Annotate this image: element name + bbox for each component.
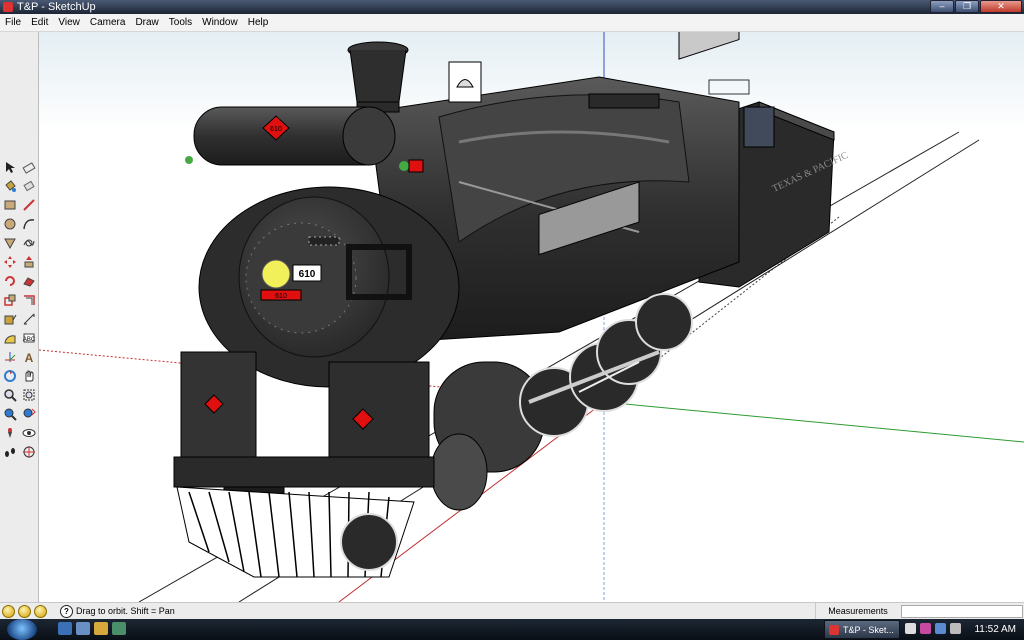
explorer-icon[interactable]	[94, 622, 108, 635]
pencil-icon[interactable]	[21, 197, 37, 213]
green-axis	[603, 401, 1024, 443]
tray-app-icon[interactable]	[920, 623, 931, 634]
circle-icon[interactable]	[2, 216, 18, 232]
system-tray	[905, 623, 961, 634]
menu-view[interactable]: View	[53, 17, 85, 28]
model-viewport[interactable]: TEXAS & PACIFIC 610 610 610	[39, 32, 1024, 602]
sketchup-task-icon	[829, 625, 839, 635]
offset-icon[interactable]	[21, 292, 37, 308]
scene-drawing: TEXAS & PACIFIC 610 610 610	[39, 32, 1024, 602]
follow-me-icon[interactable]	[21, 273, 37, 289]
eraser-icon[interactable]	[21, 159, 37, 175]
status-hint: Drag to orbit. Shift = Pan	[76, 606, 175, 616]
push-pull-icon[interactable]	[21, 254, 37, 270]
eraser-alt-icon[interactable]	[21, 178, 37, 194]
title-bar: T&P - SketchUp – ❐ ✕	[0, 0, 1024, 14]
status-icons	[2, 605, 47, 618]
walk-icon[interactable]	[2, 444, 18, 460]
arc-icon[interactable]	[21, 216, 37, 232]
scale-icon[interactable]	[2, 292, 18, 308]
volume-icon[interactable]	[950, 623, 961, 634]
position-camera-icon[interactable]	[2, 425, 18, 441]
svg-text:A: A	[25, 351, 34, 364]
sketchup-window: T&P - SketchUp – ❐ ✕ File Edit View Came…	[0, 0, 1024, 640]
sketchup-app-icon	[3, 2, 13, 12]
quick-launch-icon[interactable]	[112, 622, 126, 635]
look-around-icon[interactable]	[21, 425, 37, 441]
large-tool-set: ABC A	[0, 32, 39, 602]
smokestack	[347, 41, 409, 113]
polygon-icon[interactable]	[2, 235, 18, 251]
minimize-button[interactable]: –	[930, 0, 954, 13]
menu-camera[interactable]: Camera	[85, 17, 131, 28]
menu-bar: File Edit View Camera Draw Tools Window …	[0, 14, 1024, 32]
menu-window[interactable]: Window	[197, 17, 243, 28]
menu-help[interactable]: Help	[243, 17, 274, 28]
zoom-extents-icon[interactable]	[2, 406, 18, 422]
taskbar-sketchup-button[interactable]: T&P - Sket...	[824, 620, 900, 639]
menu-draw[interactable]: Draw	[130, 17, 163, 28]
3d-text-icon[interactable]: A	[21, 349, 37, 365]
tape-measure-icon[interactable]	[2, 311, 18, 327]
pan-icon[interactable]	[21, 368, 37, 384]
sand-dome: 610	[193, 106, 396, 166]
menu-file[interactable]: File	[0, 17, 26, 28]
rotate-icon[interactable]	[2, 273, 18, 289]
start-button[interactable]	[7, 619, 37, 640]
tray-expand-icon[interactable]	[905, 623, 916, 634]
protractor-icon[interactable]	[2, 330, 18, 346]
svg-text:ABC: ABC	[23, 337, 36, 343]
freehand-icon[interactable]	[21, 235, 37, 251]
network-icon[interactable]	[935, 623, 946, 634]
geo-location-icon[interactable]	[2, 605, 15, 618]
paint-bucket-icon[interactable]	[2, 178, 18, 194]
previous-view-icon[interactable]	[21, 406, 37, 422]
help-icon[interactable]: ?	[60, 605, 73, 618]
window-switcher-icon[interactable]	[76, 622, 90, 635]
move-icon[interactable]	[2, 254, 18, 270]
window-controls: – ❐ ✕	[930, 0, 1022, 13]
orbit-icon[interactable]	[2, 368, 18, 384]
zoom-window-icon[interactable]	[21, 387, 37, 403]
credits-icon[interactable]	[18, 605, 31, 618]
pilot-deck	[173, 351, 435, 578]
measurements-input[interactable]	[901, 605, 1023, 618]
axes-icon[interactable]	[2, 349, 18, 365]
dimension-icon[interactable]	[21, 311, 37, 327]
number-plate-text: 610	[275, 293, 287, 300]
user-icon[interactable]	[34, 605, 47, 618]
select-icon[interactable]	[2, 159, 18, 175]
measurements-label: Measurements	[815, 603, 900, 619]
headlight	[261, 259, 291, 289]
taskbar-clock[interactable]: 11:52 AM	[974, 619, 1016, 640]
windows-taskbar: T&P - Sket... 11:52 AM	[0, 619, 1024, 640]
zoom-icon[interactable]	[2, 387, 18, 403]
menu-tools[interactable]: Tools	[164, 17, 197, 28]
taskbar-task-label: T&P - Sket...	[843, 625, 894, 635]
number-board-text: 610	[299, 269, 316, 280]
herald-number: 610	[270, 126, 282, 133]
show-desktop-icon[interactable]	[58, 622, 72, 635]
section-plane-icon[interactable]	[21, 444, 37, 460]
menu-edit[interactable]: Edit	[26, 17, 53, 28]
maximize-button[interactable]: ❐	[955, 0, 979, 13]
rectangle-icon[interactable]	[2, 197, 18, 213]
window-title: T&P - SketchUp	[17, 1, 96, 13]
text-icon[interactable]: ABC	[21, 330, 37, 346]
close-button[interactable]: ✕	[980, 0, 1022, 13]
status-bar: ? Drag to orbit. Shift = Pan Measurement…	[0, 602, 1024, 619]
tool-grid: ABC A	[1, 158, 38, 462]
